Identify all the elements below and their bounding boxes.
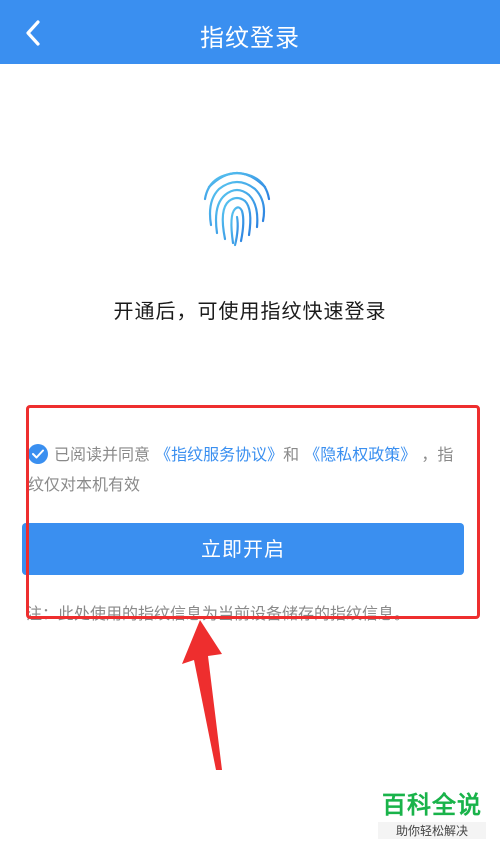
watermark-subtitle: 助你轻松解决 [378,822,486,839]
page-title: 指纹登录 [200,24,300,52]
agreement-prefix: 已阅读并同意 [54,445,151,464]
fingerprint-service-agreement-link[interactable]: 《指纹服务协议》 [155,445,283,464]
app-header: 指纹登录 [0,0,500,64]
privacy-policy-link[interactable]: 《隐私权政策》 [304,445,416,464]
agreement-row: 已阅读并同意 《指纹服务协议》和 《隐私权政策》 ，指纹仅对本机有效 [28,440,468,500]
subtitle-text: 开通后，可使用指纹快速登录 [113,299,387,323]
watermark: 百科全说 助你轻松解决 [378,785,486,839]
red-highlight-box [26,405,480,619]
agree-checkbox[interactable] [28,444,48,464]
agreement-and: 和 [283,445,300,464]
enable-now-button[interactable]: 立即开启 [22,523,464,575]
checkmark-icon [32,449,44,459]
note-text: 注：此处使用的指纹信息为当前设备储存的指纹信息。 [26,604,411,623]
fingerprint-icon [203,171,271,247]
watermark-title: 百科全说 [382,791,482,819]
red-arrow-icon [182,620,222,770]
